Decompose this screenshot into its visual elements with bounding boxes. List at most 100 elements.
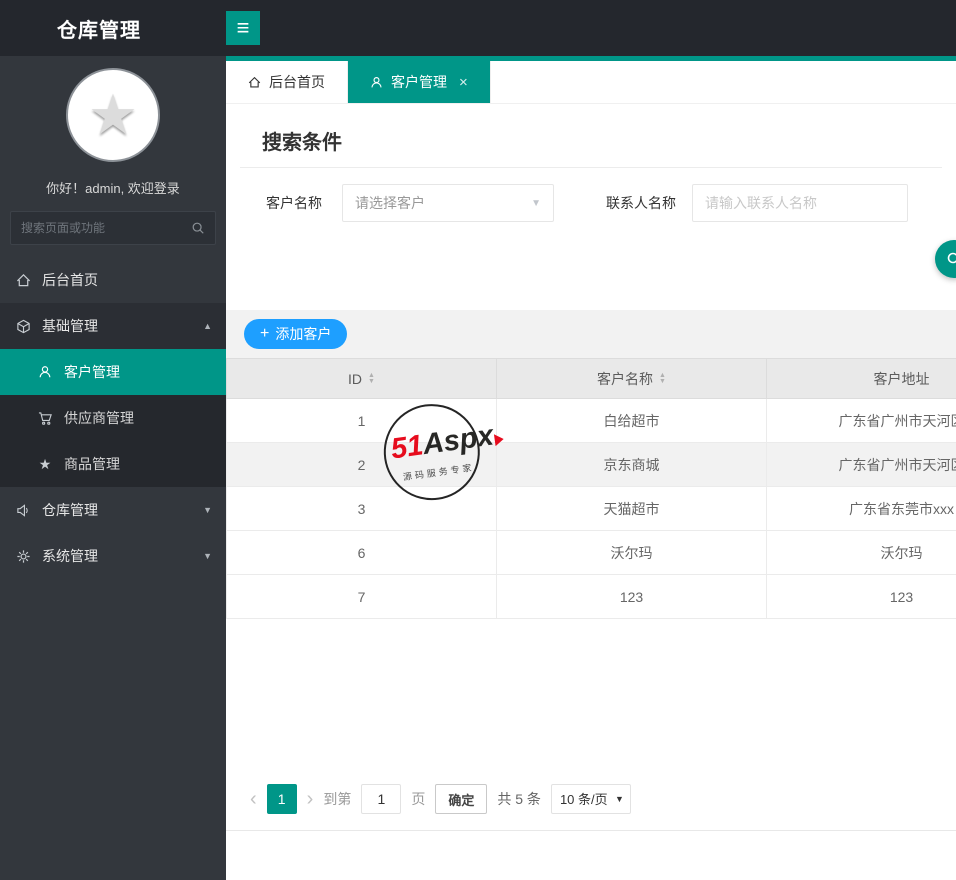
page-size-select-wrap: 10 条/页 ▼ <box>550 784 631 814</box>
sidebar-item-suppliers[interactable]: 供应商管理 <box>0 395 226 441</box>
top-bar: 仓库管理 ≡ <box>0 0 956 56</box>
sort-icon[interactable]: ▲ ▼ <box>368 372 375 385</box>
content-bottom-divider <box>226 830 956 831</box>
contact-name-input[interactable] <box>692 184 908 222</box>
cell-address: 广东省广州市天河区 <box>766 442 956 487</box>
home-icon <box>14 273 32 288</box>
app-title: 仓库管理 <box>57 19 141 42</box>
gear-icon <box>14 549 32 564</box>
tab-bar: 后台首页 客户管理 × <box>226 61 956 104</box>
add-customer-button[interactable]: + 添加客户 <box>244 319 348 349</box>
cell-address: 广东省东莞市xxx <box>766 486 956 531</box>
avatar: ★ <box>66 68 160 162</box>
user-greeting: 你好！admin, 欢迎登录 <box>46 181 180 196</box>
user-icon <box>370 76 383 89</box>
cell-address: 沃尔玛 <box>766 530 956 575</box>
page-number-button[interactable]: 1 <box>266 784 297 814</box>
close-icon[interactable]: × <box>459 74 468 91</box>
cell-name: 白给超市 <box>496 398 767 443</box>
star-icon: ★ <box>38 455 52 472</box>
page-suffix-label: 页 <box>411 791 426 807</box>
search-icon <box>946 251 956 267</box>
content: 搜索条件 客户名称 请选择客户 ▼ 联系人名称 请输入联系人名称 + 添加客户 … <box>226 104 956 880</box>
sidebar-item-customers[interactable]: 客户管理 <box>0 349 226 395</box>
cell-id: 3 <box>226 486 497 531</box>
plus-icon: + <box>260 325 270 342</box>
column-header-id[interactable]: ID ▲ ▼ <box>226 358 497 399</box>
customer-select[interactable]: 请选择客户 ▼ <box>342 184 554 222</box>
chevron-down-icon: ▼ <box>203 505 212 515</box>
cart-icon <box>36 411 54 426</box>
cell-name: 沃尔玛 <box>496 530 767 575</box>
sidebar-item-label: 商品管理 <box>64 456 120 472</box>
hamburger-icon: ≡ <box>236 15 250 40</box>
sidebar: ★ 你好！admin, 欢迎登录 搜索页面或功能 后台首页 基础管理 ▲ 客户管… <box>0 56 226 880</box>
column-header-name[interactable]: 客户名称 ▲ ▼ <box>496 358 767 399</box>
submenu-base: 客户管理 供应商管理 ★ 商品管理 <box>0 349 226 487</box>
table-header-row: ID ▲ ▼ 客户名称 ▲ ▼ 客户地址 <box>226 358 956 399</box>
customer-select-value: 请选择客户 <box>355 195 425 211</box>
table-row[interactable]: 1 白给超市 广东省广州市天河区 <box>226 398 956 443</box>
user-icon <box>36 365 54 379</box>
chevron-down-icon: ▼ <box>531 197 541 209</box>
avatar-star-icon: ★ <box>87 83 139 146</box>
search-form: 客户名称 请选择客户 ▼ 联系人名称 <box>240 184 942 222</box>
chevron-down-icon: ▼ <box>203 551 212 561</box>
tab-label: 客户管理 <box>391 74 447 90</box>
sidebar-item-home[interactable]: 后台首页 <box>0 257 226 303</box>
search-panel: 搜索条件 客户名称 请选择客户 ▼ 联系人名称 <box>226 104 956 310</box>
next-page-button[interactable]: › <box>307 789 314 809</box>
search-panel-title: 搜索条件 <box>240 118 942 168</box>
avatar-wrap: ★ <box>0 56 226 162</box>
table-row[interactable]: 2 京东商城 广东省广州市天河区 <box>226 442 956 487</box>
chevron-up-icon: ▲ <box>203 321 212 331</box>
cell-id: 7 <box>226 574 497 619</box>
goto-confirm-button[interactable]: 确定 <box>435 784 488 814</box>
contact-name-label: 联系人名称 <box>606 195 676 211</box>
cell-id: 6 <box>226 530 497 575</box>
sidebar-search-input[interactable] <box>21 221 191 235</box>
cell-name: 京东商城 <box>496 442 767 487</box>
cell-id: 2 <box>226 442 497 487</box>
tab-customers[interactable]: 客户管理 × <box>348 61 491 103</box>
speaker-icon <box>14 503 32 518</box>
sidebar-search-box <box>10 211 216 245</box>
sidebar-item-label: 后台首页 <box>42 272 98 288</box>
sidebar-item-label: 仓库管理 <box>42 502 98 518</box>
page-size-select[interactable]: 10 条/页 <box>550 784 631 814</box>
search-icon <box>191 221 205 235</box>
sort-icon[interactable]: ▲ ▼ <box>659 372 666 385</box>
column-header-address: 客户地址 <box>766 358 956 399</box>
total-count-label: 共 5 条 <box>497 791 541 807</box>
table-row[interactable]: 7 123 123 <box>226 574 956 619</box>
hamburger-menu-button[interactable]: ≡ <box>226 11 260 45</box>
pagination: ‹ 1 › 到第 页 确定 共 5 条 10 条/页 ▼ <box>226 784 956 814</box>
prev-page-button[interactable]: ‹ <box>250 789 257 809</box>
table-row[interactable]: 6 沃尔玛 沃尔玛 <box>226 530 956 575</box>
cell-id: 1 <box>226 398 497 443</box>
warehouse-admin-app: 仓库管理 ≡ ★ 你好！admin, 欢迎登录 搜索页面或功能 后台首页 基础管… <box>0 0 956 880</box>
customer-name-label: 客户名称 <box>266 195 322 211</box>
home-icon <box>248 76 261 89</box>
sidebar-item-label: 客户管理 <box>64 364 120 380</box>
tab-label: 后台首页 <box>269 74 325 90</box>
sidebar-item-label: 系统管理 <box>42 548 98 564</box>
sidebar-item-system[interactable]: 系统管理 ▼ <box>0 533 226 579</box>
sidebar-item-warehouse[interactable]: 仓库管理 ▼ <box>0 487 226 533</box>
sidebar-item-base[interactable]: 基础管理 ▲ <box>0 303 226 349</box>
table-row[interactable]: 3 天猫超市 广东省东莞市xxx <box>226 486 956 531</box>
sidebar-menu: 后台首页 基础管理 ▲ 客户管理 供应商管理 ★ 商品管理 仓库管理 ▼ 系统管… <box>0 257 226 579</box>
cell-name: 天猫超市 <box>496 486 767 531</box>
cell-address: 广东省广州市天河区 <box>766 398 956 443</box>
cell-name: 123 <box>496 574 767 619</box>
goto-page-input[interactable] <box>361 784 402 814</box>
sidebar-item-label: 供应商管理 <box>64 410 134 426</box>
sidebar-item-label: 基础管理 <box>42 318 98 334</box>
main-area: 后台首页 客户管理 × 搜索条件 客户名称 请选择客户 ▼ 联系人名称 请输入联… <box>226 56 956 880</box>
tab-home[interactable]: 后台首页 <box>226 61 348 103</box>
goto-label: 到第 <box>323 791 352 807</box>
sidebar-item-products[interactable]: ★ 商品管理 <box>0 441 226 487</box>
cell-address: 123 <box>766 574 956 619</box>
table-toolbar: + 添加客户 <box>226 310 956 358</box>
customers-table: ID ▲ ▼ 客户名称 ▲ ▼ 客户地址 1 白给超市 广东省广州市天河区 2 … <box>226 358 956 619</box>
